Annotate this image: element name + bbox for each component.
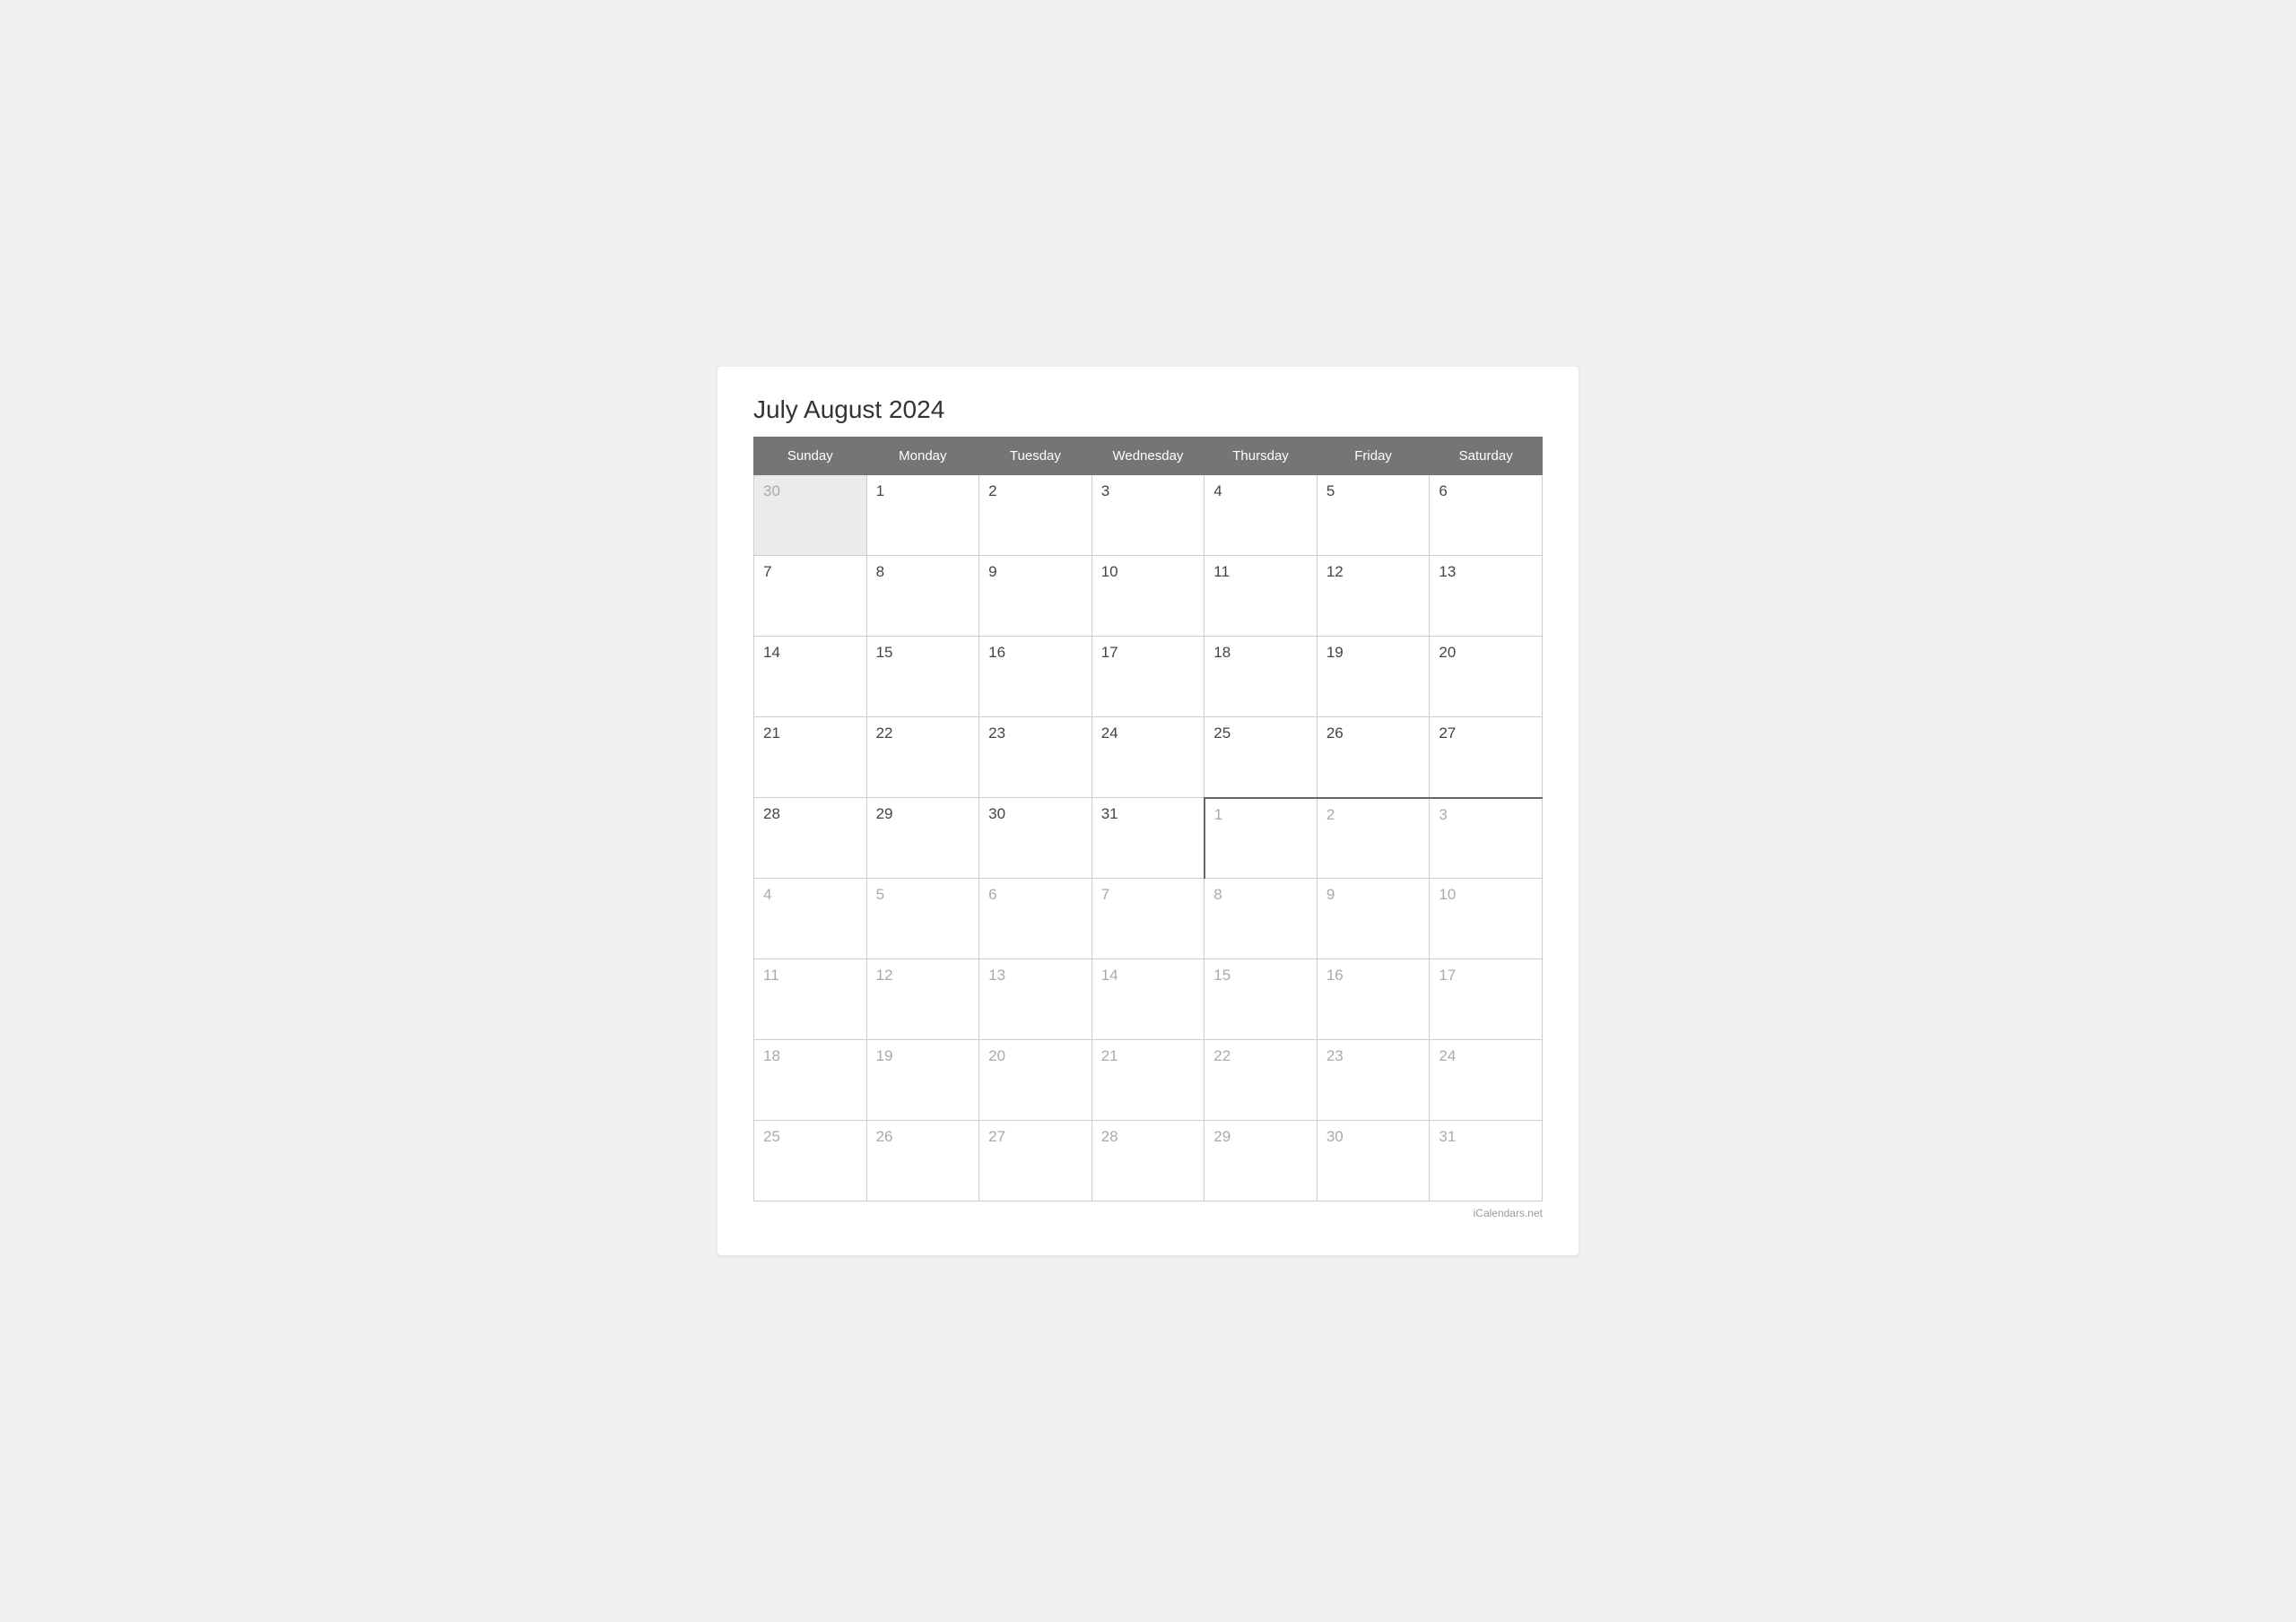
calendar-header: SundayMondayTuesdayWednesdayThursdayFrid…	[754, 438, 1543, 475]
calendar-cell: 4	[1205, 475, 1318, 556]
calendar-cell: 4	[754, 879, 867, 959]
calendar-cell: 9	[979, 556, 1092, 637]
calendar-week-row: 21222324252627	[754, 717, 1543, 798]
calendar-container: July August 2024 SundayMondayTuesdayWedn…	[718, 367, 1578, 1255]
calendar-cell: 16	[979, 637, 1092, 717]
calendar-week-row: 78910111213	[754, 556, 1543, 637]
calendar-cell: 20	[1430, 637, 1543, 717]
calendar-cell: 26	[866, 1121, 979, 1201]
calendar-body: 3012345678910111213141516171819202122232…	[754, 475, 1543, 1201]
header-cell-wednesday: Wednesday	[1091, 438, 1205, 475]
calendar-cell: 24	[1430, 1040, 1543, 1121]
calendar-cell: 21	[754, 717, 867, 798]
calendar-cell: 15	[1205, 959, 1318, 1040]
calendar-cell: 28	[754, 798, 867, 879]
calendar-cell: 10	[1091, 556, 1205, 637]
calendar-cell: 1	[866, 475, 979, 556]
calendar-week-row: 30123456	[754, 475, 1543, 556]
calendar-cell: 25	[754, 1121, 867, 1201]
calendar-week-row: 25262728293031	[754, 1121, 1543, 1201]
header-row: SundayMondayTuesdayWednesdayThursdayFrid…	[754, 438, 1543, 475]
watermark: iCalendars.net	[753, 1207, 1543, 1219]
calendar-cell: 13	[979, 959, 1092, 1040]
header-cell-tuesday: Tuesday	[979, 438, 1092, 475]
calendar-cell: 24	[1091, 717, 1205, 798]
calendar-cell: 29	[866, 798, 979, 879]
calendar-cell: 10	[1430, 879, 1543, 959]
calendar-cell: 5	[1317, 475, 1430, 556]
calendar-cell: 11	[754, 959, 867, 1040]
calendar-cell: 15	[866, 637, 979, 717]
calendar-cell: 8	[1205, 879, 1318, 959]
calendar-cell: 22	[866, 717, 979, 798]
calendar-cell: 12	[1317, 556, 1430, 637]
calendar-cell: 23	[1317, 1040, 1430, 1121]
calendar-cell: 18	[1205, 637, 1318, 717]
calendar-cell: 7	[754, 556, 867, 637]
calendar-cell: 17	[1430, 959, 1543, 1040]
calendar-cell: 31	[1430, 1121, 1543, 1201]
header-cell-saturday: Saturday	[1430, 438, 1543, 475]
calendar-cell: 22	[1205, 1040, 1318, 1121]
calendar-cell: 5	[866, 879, 979, 959]
calendar-cell: 7	[1091, 879, 1205, 959]
calendar-cell: 3	[1091, 475, 1205, 556]
calendar-cell: 19	[1317, 637, 1430, 717]
calendar-cell: 14	[754, 637, 867, 717]
calendar-cell: 12	[866, 959, 979, 1040]
calendar-cell: 6	[979, 879, 1092, 959]
header-cell-thursday: Thursday	[1205, 438, 1318, 475]
calendar-cell: 13	[1430, 556, 1543, 637]
calendar-cell: 25	[1205, 717, 1318, 798]
calendar-table: SundayMondayTuesdayWednesdayThursdayFrid…	[753, 437, 1543, 1201]
calendar-week-row: 14151617181920	[754, 637, 1543, 717]
calendar-cell: 20	[979, 1040, 1092, 1121]
calendar-cell: 28	[1091, 1121, 1205, 1201]
calendar-cell: 2	[979, 475, 1092, 556]
calendar-cell: 21	[1091, 1040, 1205, 1121]
calendar-cell: 30	[1317, 1121, 1430, 1201]
calendar-cell: 3	[1430, 798, 1543, 879]
calendar-title: July August 2024	[753, 395, 1543, 424]
calendar-cell: 27	[979, 1121, 1092, 1201]
calendar-cell: 19	[866, 1040, 979, 1121]
header-cell-sunday: Sunday	[754, 438, 867, 475]
calendar-cell: 16	[1317, 959, 1430, 1040]
calendar-week-row: 45678910	[754, 879, 1543, 959]
calendar-cell: 11	[1205, 556, 1318, 637]
calendar-cell: 31	[1091, 798, 1205, 879]
calendar-cell: 17	[1091, 637, 1205, 717]
calendar-week-row: 11121314151617	[754, 959, 1543, 1040]
calendar-cell: 14	[1091, 959, 1205, 1040]
calendar-cell: 23	[979, 717, 1092, 798]
calendar-cell: 18	[754, 1040, 867, 1121]
calendar-cell: 30	[754, 475, 867, 556]
calendar-cell: 2	[1317, 798, 1430, 879]
calendar-cell: 1	[1205, 798, 1318, 879]
calendar-cell: 8	[866, 556, 979, 637]
header-cell-friday: Friday	[1317, 438, 1430, 475]
calendar-cell: 26	[1317, 717, 1430, 798]
calendar-week-row: 18192021222324	[754, 1040, 1543, 1121]
calendar-cell: 30	[979, 798, 1092, 879]
calendar-cell: 29	[1205, 1121, 1318, 1201]
calendar-cell: 27	[1430, 717, 1543, 798]
calendar-week-row: 28293031123	[754, 798, 1543, 879]
header-cell-monday: Monday	[866, 438, 979, 475]
calendar-cell: 9	[1317, 879, 1430, 959]
calendar-cell: 6	[1430, 475, 1543, 556]
